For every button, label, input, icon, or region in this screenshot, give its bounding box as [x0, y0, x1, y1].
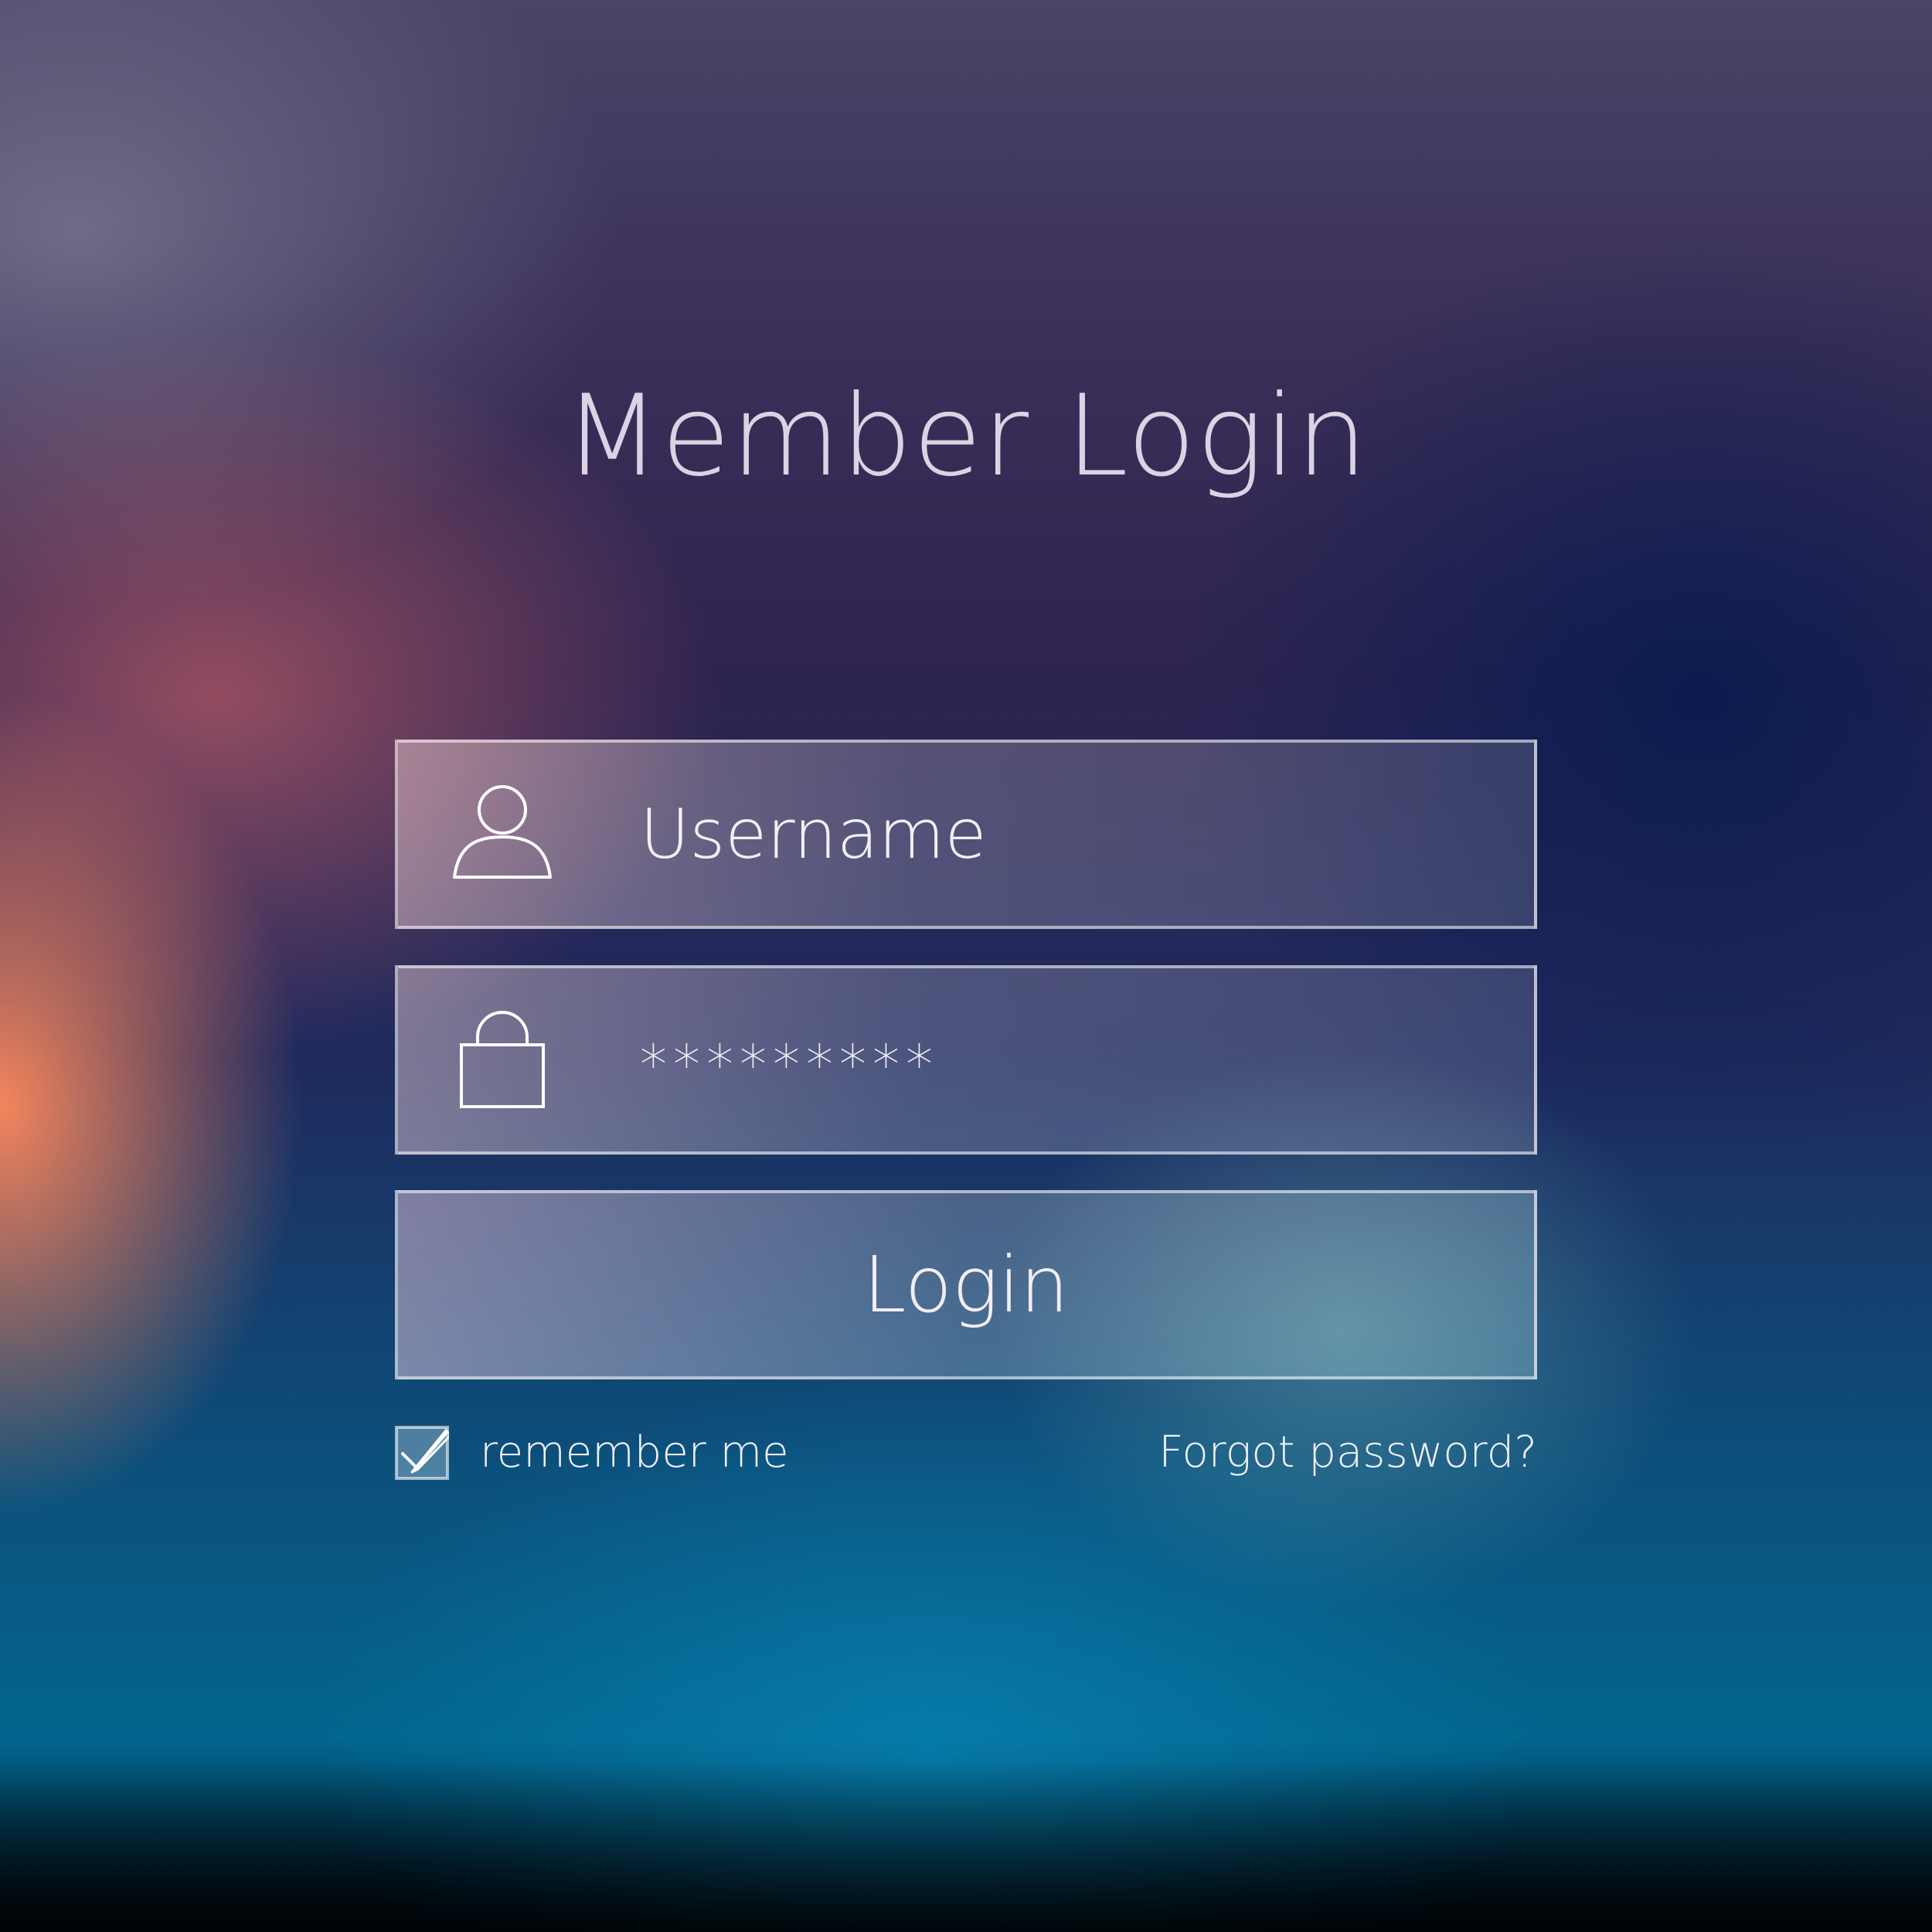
login-button[interactable]: Login — [395, 1190, 1537, 1379]
username-field[interactable]: Username — [395, 740, 1537, 929]
password-input[interactable]: ********* — [640, 968, 939, 1151]
page-title: Member Login — [563, 371, 1369, 502]
user-icon — [453, 784, 552, 879]
forgot-password-link[interactable]: Forgot password? — [1158, 1422, 1537, 1484]
lock-icon — [460, 1010, 545, 1108]
password-field[interactable]: ********* — [395, 965, 1537, 1155]
remember-me-label[interactable]: remember me — [480, 1422, 789, 1484]
remember-me-checkbox[interactable] — [395, 1426, 449, 1480]
login-options: remember me Forgot password? — [395, 1422, 1537, 1484]
background-vignette — [0, 1762, 1932, 1932]
username-input[interactable]: Username — [640, 743, 987, 926]
